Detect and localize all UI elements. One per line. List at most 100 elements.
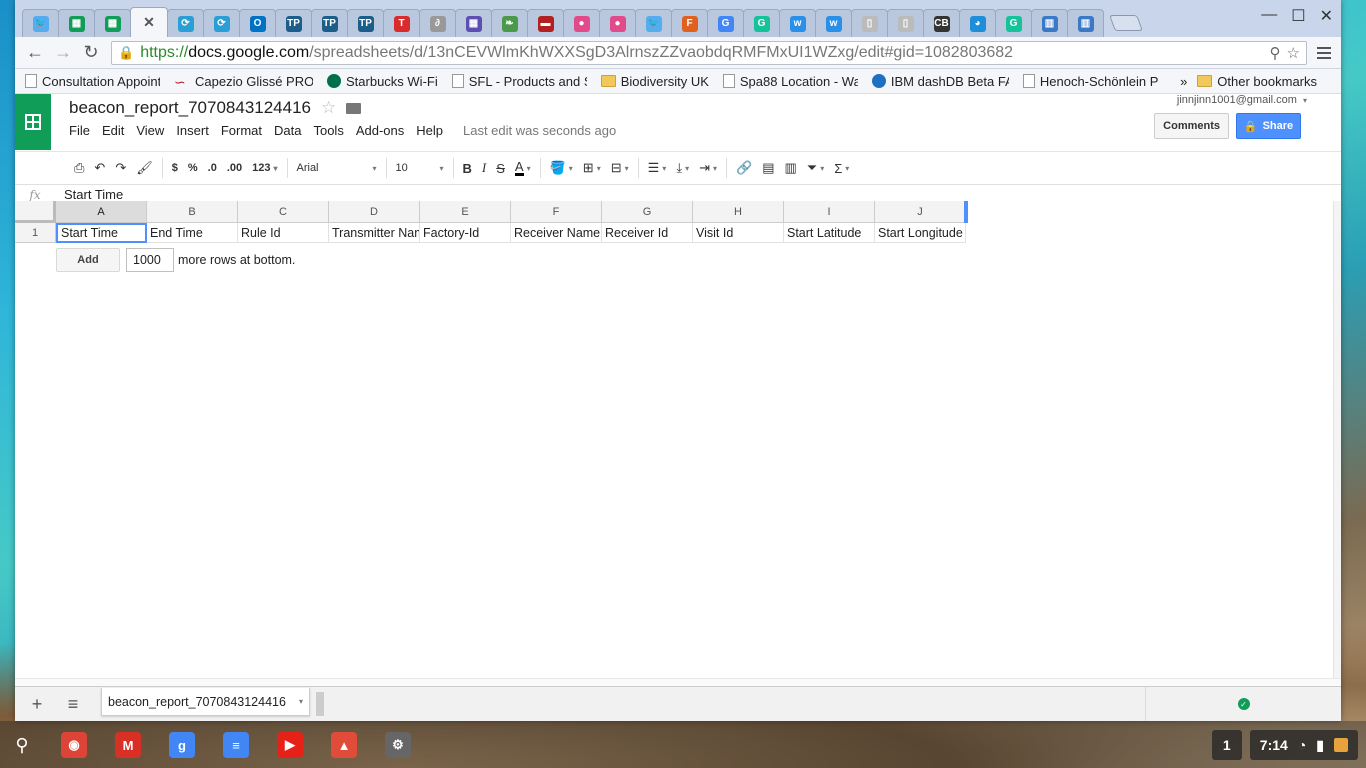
menu-view[interactable]: View bbox=[136, 123, 164, 138]
browser-tab[interactable]: TP bbox=[347, 9, 384, 37]
column-header-e[interactable]: E bbox=[420, 201, 511, 223]
paint-format-icon[interactable]: 🖌 bbox=[131, 156, 158, 180]
browser-tab[interactable]: ▦ bbox=[94, 9, 131, 37]
bookmark-item[interactable]: IBM dashDB Beta FA bbox=[871, 74, 1009, 89]
font-size-select[interactable]: 10 ▾ bbox=[391, 156, 449, 180]
new-tab-button[interactable] bbox=[1109, 15, 1143, 31]
menu-file[interactable]: File bbox=[69, 123, 90, 138]
browser-tab[interactable]: ✕ bbox=[130, 7, 168, 37]
browser-tab[interactable]: T bbox=[383, 9, 420, 37]
column-header-f[interactable]: F bbox=[511, 201, 602, 223]
table-cell[interactable]: Transmitter Nam bbox=[329, 223, 420, 243]
browser-tab[interactable]: CB bbox=[923, 9, 960, 37]
chevron-down-icon[interactable]: ▾ bbox=[299, 697, 303, 706]
bookmark-item[interactable]: Spa88 Location - Wa bbox=[722, 74, 858, 89]
shelf-app[interactable]: ▶ bbox=[274, 729, 306, 761]
increase-decimal-button[interactable]: .00 bbox=[222, 156, 247, 180]
browser-tab[interactable]: F bbox=[671, 9, 708, 37]
strikethrough-button[interactable]: S bbox=[491, 156, 510, 180]
browser-tab[interactable]: ▦ bbox=[58, 9, 95, 37]
browser-tab[interactable]: ⟳ bbox=[167, 9, 204, 37]
browser-tab[interactable]: ▦ bbox=[455, 9, 492, 37]
column-header-i[interactable]: I bbox=[784, 201, 875, 223]
close-window-icon[interactable]: ✕ bbox=[1320, 6, 1333, 26]
print-icon[interactable]: ⎙ bbox=[69, 156, 89, 180]
column-header-c[interactable]: C bbox=[238, 201, 329, 223]
menu-edit[interactable]: Edit bbox=[102, 123, 124, 138]
browser-tab[interactable]: ◕ bbox=[959, 9, 996, 37]
other-bookmarks[interactable]: Other bookmarks bbox=[1197, 74, 1317, 89]
minimize-icon[interactable]: — bbox=[1261, 6, 1277, 26]
explore-panel[interactable]: ✓ bbox=[1145, 687, 1341, 721]
browser-tab[interactable]: O bbox=[239, 9, 276, 37]
chrome-menu-icon[interactable] bbox=[1313, 42, 1335, 64]
column-header-a[interactable]: A bbox=[56, 201, 147, 223]
menu-format[interactable]: Format bbox=[221, 123, 262, 138]
bookmarks-overflow[interactable]: » bbox=[1180, 74, 1187, 89]
shelf-app[interactable]: ◉ bbox=[58, 729, 90, 761]
share-button[interactable]: 🔒 Share bbox=[1236, 113, 1301, 139]
browser-tab[interactable]: ⟳ bbox=[203, 9, 240, 37]
sheets-logo-icon[interactable] bbox=[15, 94, 51, 150]
browser-tab[interactable]: w bbox=[779, 9, 816, 37]
currency-format-button[interactable]: $ bbox=[167, 156, 183, 180]
browser-tab[interactable]: w bbox=[815, 9, 852, 37]
document-title[interactable]: beacon_report_7070843124416 bbox=[69, 98, 311, 118]
table-cell[interactable]: Factory-Id bbox=[420, 223, 511, 243]
table-cell[interactable]: Receiver Name bbox=[511, 223, 602, 243]
sheet-tabs-scrollbar[interactable] bbox=[315, 692, 324, 716]
folder-icon[interactable] bbox=[346, 102, 362, 114]
browser-tab[interactable]: G bbox=[995, 9, 1032, 37]
insert-comment-icon[interactable]: ▤ bbox=[757, 156, 779, 180]
browser-tab[interactable]: G bbox=[743, 9, 780, 37]
percent-format-button[interactable]: % bbox=[183, 156, 203, 180]
insert-chart-icon[interactable]: ▥ bbox=[779, 156, 801, 180]
fill-color-icon[interactable]: 🪣 ▾ bbox=[545, 156, 578, 180]
table-cell[interactable]: Start Time bbox=[56, 223, 147, 243]
shelf-app[interactable]: g bbox=[166, 729, 198, 761]
table-cell[interactable]: Receiver Id bbox=[602, 223, 693, 243]
decrease-decimal-button[interactable]: .0 bbox=[203, 156, 222, 180]
bookmark-star-icon[interactable]: ☆ bbox=[1287, 44, 1300, 62]
vertical-align-icon[interactable]: ⤓ ▾ bbox=[671, 156, 694, 180]
align-left-icon[interactable]: ☰ ▾ bbox=[643, 156, 672, 180]
undo-icon[interactable]: ↶ bbox=[89, 156, 110, 180]
formula-input[interactable]: Start Time bbox=[55, 187, 123, 202]
font-select[interactable]: Arial ▾ bbox=[292, 156, 382, 180]
borders-icon[interactable]: ⊞ ▾ bbox=[578, 156, 606, 180]
text-wrap-icon[interactable]: ⇥ ▾ bbox=[694, 156, 722, 180]
bookmark-item[interactable]: Henoch-Schönlein Pu bbox=[1022, 74, 1158, 89]
menu-help[interactable]: Help bbox=[416, 123, 443, 138]
menu-insert[interactable]: Insert bbox=[176, 123, 209, 138]
shelf-app[interactable]: ⚙ bbox=[382, 729, 414, 761]
shelf-app[interactable]: ≡ bbox=[220, 729, 252, 761]
table-cell[interactable]: Visit Id bbox=[693, 223, 784, 243]
bookmark-item[interactable]: Consultation Appoint bbox=[25, 74, 160, 89]
browser-tab[interactable]: ∂ bbox=[419, 9, 456, 37]
menu-tools[interactable]: Tools bbox=[313, 123, 343, 138]
bookmark-item[interactable]: ∽ Capezio Glissé PRO | bbox=[174, 74, 313, 89]
bold-button[interactable]: B bbox=[458, 156, 477, 180]
italic-button[interactable]: I bbox=[477, 156, 491, 180]
add-rows-button[interactable]: Add bbox=[56, 248, 120, 272]
browser-tab[interactable]: ▯ bbox=[851, 9, 888, 37]
column-header-g[interactable]: G bbox=[602, 201, 693, 223]
menu-addons[interactable]: Add-ons bbox=[356, 123, 404, 138]
column-header-d[interactable]: D bbox=[329, 201, 420, 223]
browser-tab[interactable]: TP bbox=[311, 9, 348, 37]
browser-tab[interactable]: 🐦 bbox=[22, 9, 59, 37]
search-icon[interactable]: ⚲ bbox=[8, 731, 36, 759]
add-rows-count-input[interactable]: 1000 bbox=[126, 248, 174, 272]
column-resize-handle[interactable] bbox=[964, 201, 968, 223]
column-header-j[interactable]: J bbox=[875, 201, 966, 223]
browser-tab[interactable]: ▬ bbox=[527, 9, 564, 37]
functions-button[interactable]: Σ ▾ bbox=[829, 156, 854, 180]
table-cell[interactable]: Start Latitude bbox=[784, 223, 875, 243]
all-sheets-icon[interactable]: ≡ bbox=[59, 694, 87, 715]
browser-tab[interactable]: ▥ bbox=[1067, 9, 1104, 37]
shelf-app[interactable]: M bbox=[112, 729, 144, 761]
maximize-icon[interactable]: ☐ bbox=[1291, 6, 1305, 26]
reload-icon[interactable]: ↻ bbox=[77, 39, 105, 67]
add-sheet-icon[interactable]: + bbox=[23, 694, 51, 715]
browser-tab[interactable]: ▯ bbox=[887, 9, 924, 37]
